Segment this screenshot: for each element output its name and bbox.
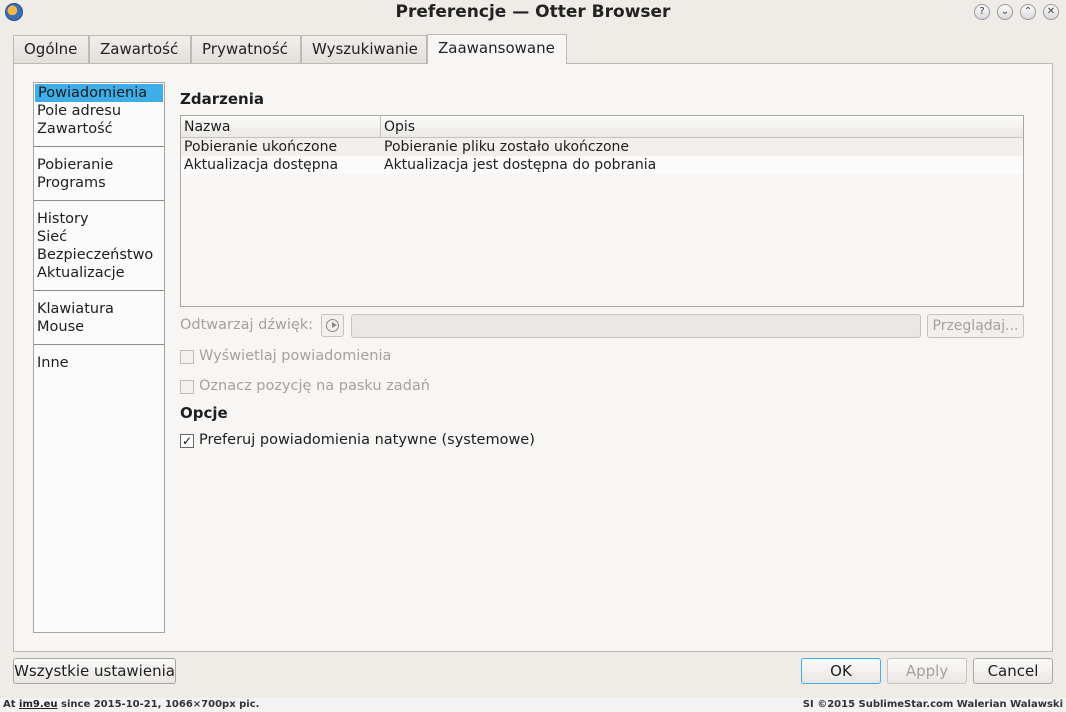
play-icon	[326, 319, 339, 332]
table-row[interactable]: Pobieranie ukończone Pobieranie pliku zo…	[181, 138, 1023, 156]
watermark-bar: At im9.eu since 2015-10-21, 1066×700px p…	[0, 698, 1066, 712]
event-description: Aktualizacja jest dostępna do pobrania	[384, 157, 657, 173]
category-network[interactable]: Sieć	[34, 228, 164, 246]
ok-button[interactable]: OK	[801, 658, 881, 684]
category-content[interactable]: Zawartość	[34, 120, 164, 138]
watermark-suffix: since 2015-10-21, 1066×700px pic.	[61, 699, 260, 710]
tab-content[interactable]: Zawartość	[89, 35, 191, 63]
category-notifications[interactable]: Powiadomienia	[35, 84, 163, 102]
watermark-link[interactable]: im9.eu	[19, 699, 58, 710]
category-list[interactable]: Powiadomienia Pole adresu Zawartość Pobi…	[33, 82, 165, 633]
category-programs[interactable]: Programs	[34, 174, 164, 192]
maximize-icon[interactable]: ⌃	[1020, 4, 1036, 20]
category-downloads[interactable]: Pobieranie	[34, 156, 164, 174]
sound-label: Odtwarzaj dźwięk:	[180, 317, 314, 333]
title-bar: Preferencje — Otter Browser ? ⌄ ⌃ ✕	[0, 0, 1066, 24]
category-divider	[34, 290, 164, 291]
sound-path-input[interactable]	[351, 314, 921, 338]
tab-general[interactable]: Ogólne	[13, 35, 89, 63]
category-divider	[34, 200, 164, 201]
all-settings-button[interactable]: Wszystkie ustawienia	[13, 658, 176, 684]
tab-search[interactable]: Wyszukiwanie	[301, 35, 427, 63]
events-table-header: Nazwa Opis	[181, 116, 1023, 138]
tab-advanced[interactable]: Zaawansowane	[427, 34, 567, 64]
category-mouse[interactable]: Mouse	[34, 318, 164, 336]
category-updates[interactable]: Aktualizacje	[34, 264, 164, 282]
column-header-description[interactable]: Opis	[381, 117, 415, 137]
window-title: Preferencje — Otter Browser	[395, 2, 671, 22]
category-history[interactable]: History	[34, 210, 164, 228]
event-name: Aktualizacja dostępna	[184, 157, 339, 173]
category-keyboard[interactable]: Klawiatura	[34, 300, 164, 318]
watermark-right: SI ©2015 SublimeStar.com Walerian Walaws…	[802, 699, 1063, 710]
category-divider	[34, 344, 164, 345]
tab-privacy[interactable]: Prywatność	[191, 35, 301, 63]
column-header-name[interactable]: Nazwa	[181, 117, 230, 137]
category-other[interactable]: Inne	[34, 354, 164, 372]
mark-taskbar-checkbox[interactable]	[180, 380, 194, 394]
minimize-icon[interactable]: ⌄	[997, 4, 1013, 20]
close-icon[interactable]: ✕	[1043, 4, 1059, 20]
play-sound-button[interactable]	[321, 314, 344, 337]
help-icon[interactable]: ?	[974, 4, 990, 20]
prefer-native-label: Preferuj powiadomienia natywne (systemow…	[199, 432, 535, 448]
show-notification-label: Wyświetlaj powiadomienia	[199, 348, 392, 364]
events-table[interactable]: Nazwa Opis Pobieranie ukończone Pobieran…	[180, 115, 1024, 307]
category-security[interactable]: Bezpieczeństwo	[34, 246, 164, 264]
prefer-native-checkbox[interactable]: ✓	[180, 434, 194, 448]
show-notification-checkbox[interactable]	[180, 350, 194, 364]
watermark-left: At im9.eu since 2015-10-21, 1066×700px p…	[3, 699, 259, 710]
apply-button[interactable]: Apply	[887, 658, 967, 684]
watermark-prefix: At	[3, 699, 16, 710]
event-name: Pobieranie ukończone	[184, 139, 338, 155]
browse-button[interactable]: Przeglądaj...	[927, 314, 1024, 338]
options-heading: Opcje	[180, 404, 228, 422]
category-address-field[interactable]: Pole adresu	[34, 102, 164, 120]
table-row[interactable]: Aktualizacja dostępna Aktualizacja jest …	[181, 156, 1023, 174]
events-heading: Zdarzenia	[180, 90, 264, 108]
mark-taskbar-label: Oznacz pozycję na pasku zadań	[199, 378, 430, 394]
category-divider	[34, 146, 164, 147]
event-description: Pobieranie pliku zostało ukończone	[384, 139, 630, 155]
cancel-button[interactable]: Cancel	[973, 658, 1053, 684]
